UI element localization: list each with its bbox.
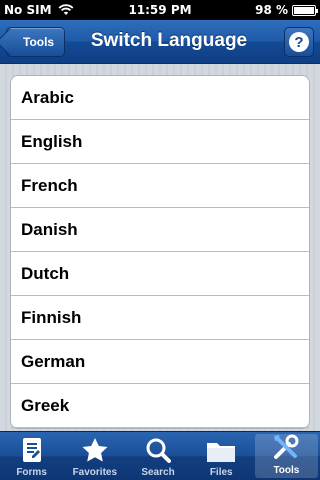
language-label: German: [21, 351, 86, 371]
tab-forms[interactable]: Forms: [0, 432, 63, 480]
status-right: 98 %: [255, 3, 318, 17]
tab-tools[interactable]: Tools: [254, 433, 319, 478]
language-item[interactable]: Arabic: [11, 76, 309, 120]
forms-icon: [20, 437, 44, 467]
language-label: Danish: [21, 219, 78, 239]
language-item[interactable]: French: [11, 164, 309, 208]
tab-label: Forms: [16, 467, 47, 478]
back-button[interactable]: Tools: [0, 27, 66, 57]
status-bar: No SIM 11:59 PM 98 %: [0, 0, 320, 20]
language-item[interactable]: Danish: [11, 208, 309, 252]
language-label: Greek: [21, 395, 70, 415]
tab-label: Files: [209, 467, 233, 478]
navigation-bar: Tools Switch Language ?: [0, 20, 320, 64]
language-item[interactable]: Greek: [11, 384, 309, 428]
tab-label: Tools: [273, 465, 300, 476]
language-item[interactable]: Finnish: [11, 296, 309, 340]
tab-favorites[interactable]: Favorites: [63, 432, 126, 480]
battery-percent: 98 %: [255, 3, 288, 17]
language-label: Dutch: [21, 263, 70, 283]
language-label: Arabic: [21, 87, 74, 107]
tab-label: Favorites: [72, 467, 118, 478]
language-label: Finnish: [21, 307, 82, 327]
back-chevron-icon: [0, 27, 25, 57]
tab-bar: Forms Favorites Search Files Tools: [0, 431, 320, 480]
tab-files[interactable]: Files: [190, 432, 253, 480]
battery-fill: [294, 6, 314, 14]
language-item[interactable]: Dutch: [11, 252, 309, 296]
language-item[interactable]: German: [11, 340, 309, 384]
content-area[interactable]: Arabic English French Danish Dutch Finnish Ger…: [0, 65, 320, 431]
language-list: Arabic English French Danish Dutch Finnish Ger…: [10, 75, 310, 429]
back-button-label: Tools: [23, 35, 55, 49]
folder-icon: [206, 439, 236, 467]
help-icon: ?: [289, 32, 309, 52]
language-item[interactable]: English: [11, 120, 309, 164]
language-label: French: [21, 175, 78, 195]
tools-icon: [272, 433, 300, 465]
language-label: English: [21, 131, 83, 151]
page-title: Switch Language: [90, 30, 248, 51]
search-icon: [145, 437, 171, 467]
battery-icon: [292, 4, 318, 16]
star-icon: [81, 437, 109, 467]
tab-label: Search: [141, 467, 175, 478]
tab-search[interactable]: Search: [126, 432, 189, 480]
help-button[interactable]: ?: [284, 27, 314, 57]
